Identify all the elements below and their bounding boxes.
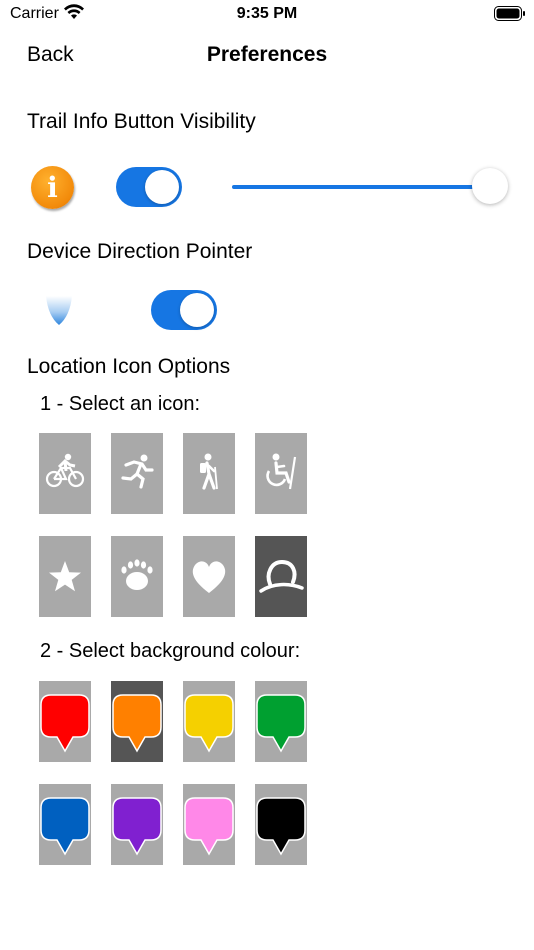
trail-info-slider-track	[232, 185, 490, 189]
colour-option-purple[interactable]	[111, 784, 163, 865]
colour-option-blue[interactable]	[39, 784, 91, 865]
icon-option-heart[interactable]	[183, 536, 235, 617]
battery-icon	[494, 6, 525, 21]
run-icon	[121, 454, 154, 489]
trail-info-slider-thumb[interactable]	[472, 168, 508, 204]
colour-option-black[interactable]	[255, 784, 307, 865]
star-icon	[49, 561, 81, 592]
map-pin-icon	[184, 694, 234, 753]
hike-icon	[200, 453, 218, 490]
colour-option-red[interactable]	[39, 681, 91, 762]
map-pin-icon	[256, 694, 306, 753]
colour-option-green[interactable]	[255, 681, 307, 762]
paw-icon	[121, 559, 153, 590]
icon-option-logo[interactable]	[255, 536, 307, 617]
status-bar: Carrier 9:35 PM	[0, 0, 534, 28]
bike-icon	[45, 453, 85, 488]
logo-icon	[259, 559, 304, 593]
trail-info-title: Trail Info Button Visibility	[27, 110, 256, 133]
map-pin-icon	[112, 797, 162, 856]
map-pin-icon	[40, 797, 90, 856]
map-pin-icon	[184, 797, 234, 856]
colour-option-yellow[interactable]	[183, 681, 235, 762]
icon-option-star[interactable]	[39, 536, 91, 617]
device-direction-toggle[interactable]	[151, 290, 217, 330]
colour-option-orange[interactable]	[111, 681, 163, 762]
wheelchair-icon	[266, 453, 297, 490]
direction-pointer-icon	[46, 296, 72, 325]
icon-option-paw[interactable]	[111, 536, 163, 617]
trail-info-toggle[interactable]	[116, 167, 182, 207]
icon-option-hike[interactable]	[183, 433, 235, 514]
icon-option-run[interactable]	[111, 433, 163, 514]
icon-option-bike[interactable]	[39, 433, 91, 514]
map-pin-icon	[112, 694, 162, 753]
colour-option-pink[interactable]	[183, 784, 235, 865]
info-icon: i	[31, 166, 74, 209]
map-pin-icon	[40, 694, 90, 753]
select-colour-label: 2 - Select background colour:	[40, 640, 301, 662]
page-title: Preferences	[206, 43, 328, 66]
map-pin-icon	[256, 797, 306, 856]
icon-option-wheelchair[interactable]	[255, 433, 307, 514]
select-icon-label: 1 - Select an icon:	[40, 393, 201, 415]
heart-icon	[192, 561, 226, 593]
clock: 9:35 PM	[236, 5, 298, 22]
device-direction-title: Device Direction Pointer	[27, 240, 253, 263]
location-icon-options-title: Location Icon Options	[27, 355, 231, 378]
